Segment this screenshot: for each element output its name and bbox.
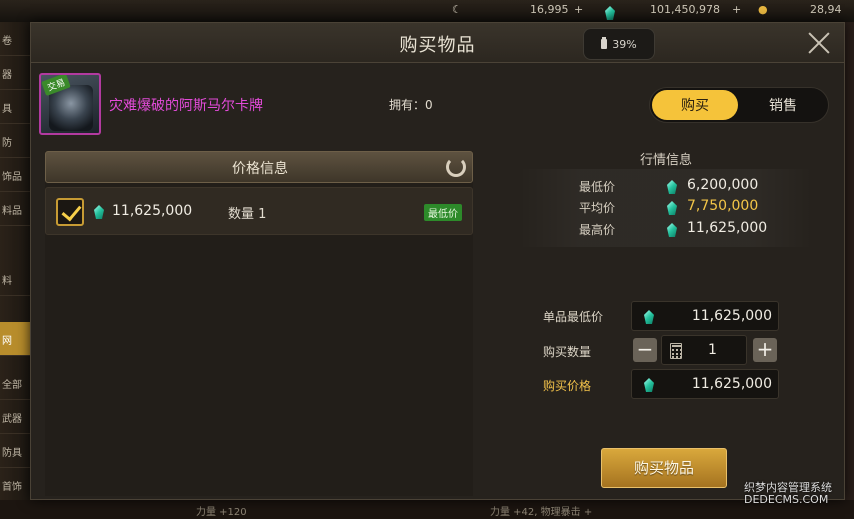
side-tab-list: 卷 器 具 防 饰品 料品 料 网 全部 武器 防具 首饰 bbox=[0, 22, 30, 519]
gem-icon bbox=[605, 6, 615, 20]
side-tab[interactable]: 防具 bbox=[0, 434, 30, 468]
currency-3-value: 28,94 bbox=[810, 3, 842, 16]
market-value: 11,625,000 bbox=[687, 220, 768, 236]
currency-2-value: 101,450,978 bbox=[650, 3, 720, 16]
buy-item-dialog: 购买物品 39% 交易 灾难爆破的阿斯马尔卡牌 拥有：0 购买 销售 价格信息 … bbox=[30, 22, 845, 500]
background-edge bbox=[845, 22, 854, 519]
dialog-title: 购买物品 bbox=[399, 35, 476, 56]
quantity-label: 购买数量 bbox=[543, 345, 592, 359]
quantity-input[interactable]: 1 bbox=[661, 335, 747, 365]
calculator-icon[interactable] bbox=[670, 343, 682, 359]
gem-icon bbox=[644, 378, 654, 392]
resource-bar: ☾ 16,995 + 101,450,978 + ● 28,94 bbox=[0, 0, 854, 22]
buy-item-button[interactable]: 购买物品 bbox=[601, 448, 727, 488]
item-name: 灾难爆破的阿斯马尔卡牌 bbox=[109, 98, 263, 114]
price-info-header: 价格信息 bbox=[45, 151, 473, 183]
market-value: 6,200,000 bbox=[687, 177, 759, 193]
refresh-icon[interactable] bbox=[446, 157, 466, 177]
side-tab[interactable]: 具 bbox=[0, 90, 30, 124]
increase-quantity-button[interactable]: + bbox=[753, 338, 777, 362]
owned-count: 拥有：0 bbox=[389, 98, 433, 112]
watermark: 织梦内容管理系统 DEDECMS.COM bbox=[744, 482, 832, 506]
background-bottom-strip: 力量 +120 力量 +42, 物理暴击 + bbox=[0, 500, 854, 519]
side-tab[interactable]: 武器 bbox=[0, 400, 30, 434]
battery-icon bbox=[601, 37, 608, 49]
currency-1-value: 16,995 bbox=[530, 3, 569, 16]
total-price-field: 11,625,000 bbox=[631, 369, 779, 399]
offer-row[interactable]: 11,625,000 数量 1 最低价 bbox=[45, 187, 473, 235]
market-info-box: 最低价 6,200,000 平均价 7,750,000 最高价 11,625,0… bbox=[519, 169, 813, 247]
item-card-image[interactable]: 交易 bbox=[39, 73, 101, 135]
gem-icon bbox=[667, 180, 677, 194]
side-tab[interactable]: 卷 bbox=[0, 22, 30, 56]
battery-indicator: 39% bbox=[583, 28, 655, 60]
moon-icon: ☾ bbox=[452, 3, 462, 16]
lowest-price-badge: 最低价 bbox=[424, 204, 462, 221]
add-currency-2-button[interactable]: + bbox=[732, 3, 741, 16]
offer-checkbox[interactable] bbox=[56, 198, 84, 226]
add-currency-1-button[interactable]: + bbox=[574, 3, 583, 16]
gem-icon bbox=[667, 201, 677, 215]
tab-sell[interactable]: 销售 bbox=[740, 90, 826, 120]
market-row-min: 最低价 6,200,000 bbox=[519, 176, 813, 198]
side-tab[interactable]: 器 bbox=[0, 56, 30, 90]
side-tab[interactable]: 首饰 bbox=[0, 468, 30, 502]
quantity-value: 1 bbox=[708, 342, 717, 358]
market-info-title: 行情信息 bbox=[639, 153, 692, 168]
total-price-value: 11,625,000 bbox=[691, 376, 772, 392]
market-value: 7,750,000 bbox=[687, 198, 759, 214]
side-tab[interactable]: 料品 bbox=[0, 192, 30, 226]
offer-price: 11,625,000 bbox=[112, 203, 193, 219]
market-label: 最高价 bbox=[579, 223, 616, 237]
side-tab[interactable]: 全部 bbox=[0, 366, 30, 400]
unit-min-price-field: 11,625,000 bbox=[631, 301, 779, 331]
background-stat-text: 力量 +42, 物理暴击 + bbox=[490, 507, 593, 518]
market-label: 最低价 bbox=[579, 180, 616, 194]
unit-min-price-value: 11,625,000 bbox=[691, 308, 772, 324]
market-label: 平均价 bbox=[579, 201, 616, 215]
gold-coin-icon: ● bbox=[758, 3, 768, 16]
side-tab[interactable]: 防 bbox=[0, 124, 30, 158]
tab-buy[interactable]: 购买 bbox=[652, 90, 738, 120]
total-price-label: 购买价格 bbox=[543, 379, 592, 393]
battery-percent: 39% bbox=[612, 37, 637, 51]
background-stat-text: 力量 +120 bbox=[196, 507, 247, 518]
dialog-header: 购买物品 39% bbox=[31, 23, 844, 63]
side-tab[interactable]: 饰品 bbox=[0, 158, 30, 192]
decrease-quantity-button[interactable]: − bbox=[633, 338, 657, 362]
unit-min-price-label: 单品最低价 bbox=[543, 310, 604, 324]
watermark-line2: DEDECMS.COM bbox=[744, 493, 829, 506]
gem-icon bbox=[94, 205, 104, 219]
side-tab[interactable]: 料 bbox=[0, 262, 30, 296]
close-icon[interactable] bbox=[807, 31, 831, 55]
market-row-max: 最高价 11,625,000 bbox=[519, 219, 813, 241]
side-tab-active[interactable]: 网 bbox=[0, 322, 30, 356]
offer-quantity: 数量 1 bbox=[228, 207, 267, 222]
gem-icon bbox=[644, 310, 654, 324]
buy-sell-toggle: 购买 销售 bbox=[649, 87, 829, 123]
gem-icon bbox=[667, 223, 677, 237]
price-info-title: 价格信息 bbox=[232, 161, 288, 177]
market-row-avg: 平均价 7,750,000 bbox=[519, 197, 813, 219]
